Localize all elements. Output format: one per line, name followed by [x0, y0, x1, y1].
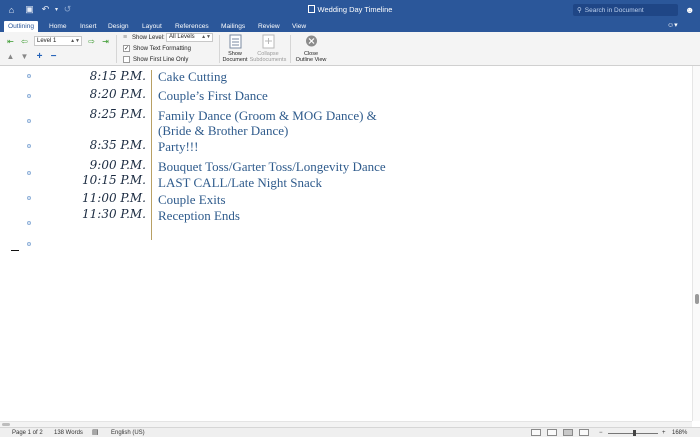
promote-icon[interactable]: ⇦ — [19, 36, 30, 46]
tab-view[interactable]: View — [288, 21, 310, 32]
horizontal-scroll-thumb[interactable] — [2, 423, 10, 426]
tab-layout[interactable]: Layout — [138, 21, 166, 32]
word-count[interactable]: 138 Words — [54, 429, 83, 437]
outlining-ribbon: ⇤ ⇦ Level 1 ▲▼ ⇨ ⇥ ▲ ▼ + − ≡ Show Level:… — [0, 32, 700, 66]
title-bar: ⌂ ▣ ↶ ▾ ↺ Wedding Day Timeline ⚲ Search … — [0, 0, 700, 20]
share-user-icon[interactable]: ☻ — [685, 5, 694, 15]
show-level-select[interactable]: All Levels ▲▼ — [166, 33, 213, 42]
zoom-slider-thumb[interactable] — [633, 430, 636, 436]
timeline-time: 8:20 P.M. — [89, 87, 146, 101]
close-outline-view-label: Close Outline View — [295, 51, 327, 63]
outline-bullet[interactable] — [27, 242, 31, 246]
proofing-book-icon[interactable]: ▤ — [92, 429, 99, 437]
unchecked-box — [123, 56, 130, 63]
ribbon-divider — [290, 35, 291, 63]
move-down-icon[interactable]: ▼ — [19, 51, 30, 61]
timeline-event: Bouquet Toss/Garter Toss/Longevity Dance — [158, 159, 386, 174]
page-count[interactable]: Page 1 of 2 — [12, 429, 43, 437]
search-input[interactable]: ⚲ Search in Document — [573, 4, 678, 16]
ribbon-divider — [116, 35, 117, 63]
timeline-event: Couple’s First Dance — [158, 88, 268, 103]
web-layout-view-icon[interactable] — [547, 429, 557, 436]
timeline-time: 11:30 P.M. — [82, 207, 146, 221]
timeline-event: Party!!! — [158, 139, 199, 154]
close-icon — [305, 35, 317, 47]
document-canvas[interactable]: 8:15 P.M. Cake Cutting 8:20 P.M. Couple’… — [0, 66, 692, 421]
timeline-time: 8:15 P.M. — [89, 69, 146, 83]
document-icon — [307, 5, 315, 13]
status-bar: Page 1 of 2 138 Words ▤ English (US) − +… — [0, 427, 700, 437]
zoom-in-icon[interactable]: + — [662, 429, 666, 437]
chevron-down-icon: ▲▼ — [201, 34, 211, 40]
timeline-event: Couple Exits — [158, 192, 226, 207]
feedback-smiley-icon[interactable]: ☺▾ — [667, 21, 678, 29]
timeline-time: 10:15 P.M. — [82, 173, 146, 187]
demote-to-body-text-icon[interactable]: ⇥ — [100, 36, 111, 46]
tab-review[interactable]: Review — [254, 21, 284, 32]
timeline-time: 8:25 P.M. — [89, 107, 146, 121]
vertical-scrollbar[interactable] — [692, 66, 700, 421]
demote-icon[interactable]: ⇨ — [86, 36, 97, 46]
tab-outlining[interactable]: Outlining — [4, 21, 39, 32]
ribbon-tabs: Outlining Home Insert Design Layout Refe… — [0, 20, 700, 32]
promote-to-heading-icon[interactable]: ⇤ — [5, 36, 16, 46]
show-level-icon: ≡ — [122, 34, 128, 41]
timeline-event: LAST CALL/Late Night Snack — [158, 175, 323, 190]
language-indicator[interactable]: English (US) — [111, 429, 145, 437]
collapse-subdocuments-button[interactable]: Collapse Subdocuments — [249, 34, 287, 66]
collapse-subdocuments-icon — [262, 34, 274, 49]
zoom-level[interactable]: 168% — [672, 429, 687, 437]
vertical-scroll-thumb[interactable] — [695, 294, 699, 304]
print-layout-view-icon[interactable] — [531, 429, 541, 436]
window-title-text: Wedding Day Timeline — [317, 5, 393, 14]
outline-view-icon[interactable] — [563, 429, 573, 436]
table-column-border — [151, 70, 152, 240]
timeline-event: Family Dance (Groom & MOG Dance) & (Brid… — [158, 108, 377, 138]
outline-level-value: Level 1 — [37, 38, 57, 44]
zoom-out-icon[interactable]: − — [599, 429, 603, 437]
tab-design[interactable]: Design — [104, 21, 133, 32]
close-outline-view-button[interactable]: Close Outline View — [292, 34, 330, 66]
move-up-icon[interactable]: ▲ — [5, 51, 16, 61]
timeline-time: 9:00 P.M. — [89, 158, 146, 172]
timeline-time: 8:35 P.M. — [89, 138, 146, 152]
collapse-icon[interactable]: − — [48, 51, 59, 62]
draft-view-icon[interactable] — [579, 429, 589, 436]
collapse-subdocuments-label: Collapse Subdocuments — [249, 51, 287, 63]
show-level-value: All Levels — [169, 34, 195, 40]
outline-bullet[interactable] — [27, 221, 31, 225]
timeline-event: Reception Ends — [158, 208, 240, 223]
show-text-formatting-checkbox[interactable]: ✓ Show Text Formatting — [123, 44, 191, 53]
show-document-icon — [229, 34, 241, 49]
tab-mailings[interactable]: Mailings — [217, 21, 249, 32]
outline-level-select[interactable]: Level 1 ▲▼ — [34, 36, 82, 46]
search-placeholder: Search in Document — [584, 6, 644, 14]
show-document-label: Show Document — [222, 51, 248, 63]
tab-insert[interactable]: Insert — [76, 21, 101, 32]
chevron-down-icon: ▲▼ — [70, 38, 80, 44]
search-icon: ⚲ — [577, 7, 582, 14]
tab-home[interactable]: Home — [45, 21, 71, 32]
timeline-time: 11:00 P.M. — [82, 191, 146, 205]
timeline-event: Cake Cutting — [158, 69, 227, 84]
checkmark-icon: ✓ — [123, 45, 130, 52]
tab-references[interactable]: References — [171, 21, 213, 32]
insertion-cursor — [11, 250, 19, 251]
show-level-label: Show Level: — [132, 34, 165, 41]
expand-icon[interactable]: + — [34, 51, 45, 62]
show-first-line-only-checkbox[interactable]: Show First Line Only — [123, 55, 188, 64]
